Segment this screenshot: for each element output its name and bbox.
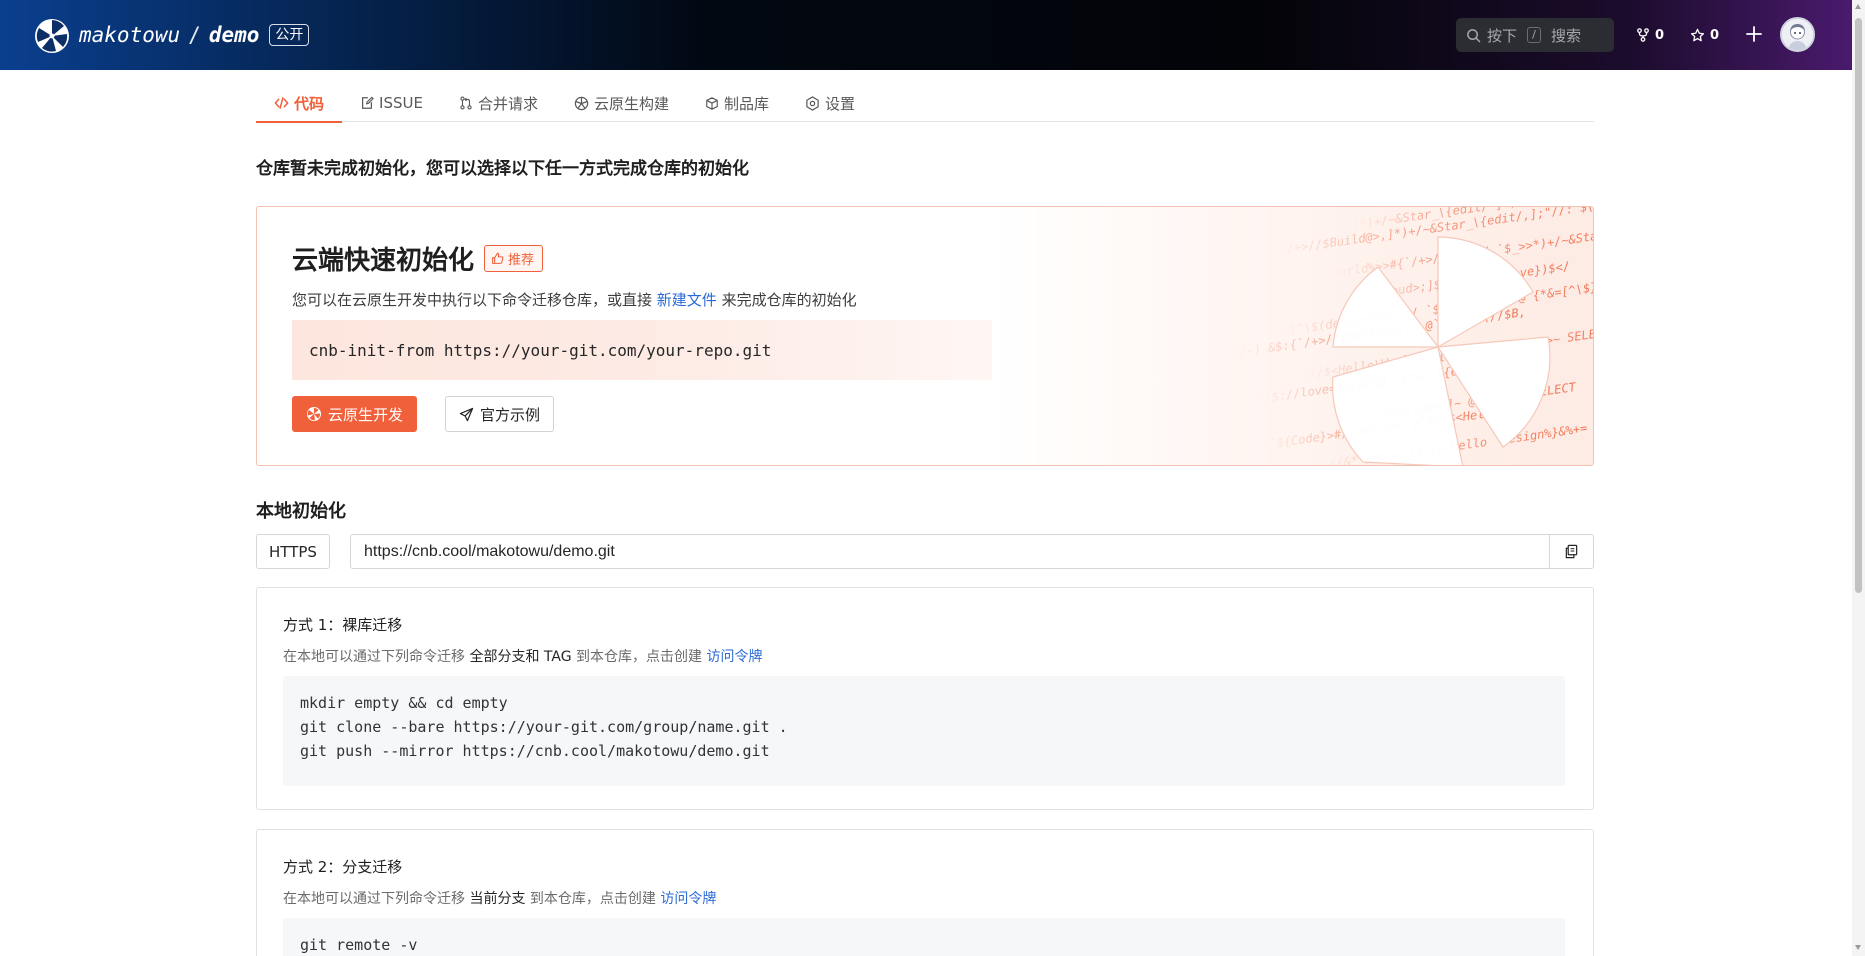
settings-icon (806, 95, 819, 111)
recommend-badge: 推荐 (484, 245, 544, 272)
cloud-desc-before: 您可以在云原生开发中执行以下命令迁移仓库，或直接 (292, 291, 657, 309)
cloud-init-title-text: 云端快速初始化 (292, 246, 475, 276)
method-desc-middle: 到本仓库，点击创建 (571, 649, 707, 665)
scroll-up-arrow[interactable] (1855, 4, 1861, 9)
tab-pull-requests[interactable]: 合并请求 (441, 84, 556, 122)
cloud-desc-after: 来完成仓库的初始化 (716, 291, 857, 309)
tab-code[interactable]: 代码 (256, 84, 343, 123)
cloud-init-description: 您可以在云原生开发中执行以下命令迁移仓库，或直接 新建文件 来完成仓库的初始化 (292, 289, 857, 310)
init-notice: 仓库暂未完成初始化，您可以选择以下任一方式完成仓库的初始化 (256, 159, 749, 179)
official-example-button[interactable]: 官方示例 (445, 396, 555, 432)
scroll-down-arrow[interactable] (1855, 945, 1861, 950)
tab-packages-label: 制品库 (723, 94, 769, 113)
protocol-select-button[interactable]: HTTPS (256, 534, 330, 569)
avatar-image-icon (1782, 19, 1813, 50)
tab-issue[interactable]: ISSUE (342, 84, 441, 122)
tab-issue-label: ISSUE (379, 94, 423, 112)
cloud-init-title: 云端快速初始化 推荐 (292, 240, 544, 277)
method-code-block[interactable]: mkdir empty && cd empty git clone --bare… (283, 676, 1565, 786)
star-icon (1690, 28, 1705, 41)
cloud-init-card: ]*)+/~&Star_\{edit/`]*)+/~&Star_\{ {`/+>… (256, 206, 1594, 466)
search-hint-prefix: 按下 (1487, 26, 1518, 45)
issue-icon (362, 96, 374, 109)
access-token-link[interactable]: 访问令牌 (660, 891, 716, 907)
copy-icon (1565, 544, 1578, 559)
repo-name-link[interactable]: demo (209, 23, 260, 47)
search-input[interactable]: 按下 / 搜索 (1456, 18, 1614, 52)
method-branch-migration-card: 方式 2：分支迁移 在本地可以通过下列命令迁移 当前分支 到本仓库，点击创建 访… (256, 829, 1594, 956)
method-description: 在本地可以通过下列命令迁移 全部分支和 TAG 到本仓库，点击创建 访问令牌 (283, 646, 762, 666)
top-navbar: makotowu / demo 公开 按下 / 搜索 0 0 (0, 0, 1852, 70)
star-count: 0 (1710, 27, 1720, 43)
search-hint-suffix: 搜索 (1551, 26, 1582, 45)
path-separator: / (188, 23, 201, 47)
method-code-block[interactable]: git remote -v (283, 918, 1565, 956)
build-icon (574, 96, 589, 110)
official-example-button-label: 官方示例 (480, 405, 541, 424)
cloud-dev-button[interactable]: 云原生开发 (292, 396, 418, 432)
clone-url-input[interactable] (351, 535, 1549, 568)
fork-icon (1637, 28, 1649, 42)
code-pattern-illustration-icon: ]*)+/~&Star_\{edit/`]*)+/~&Star_\{ {`/+>… (1231, 207, 1593, 465)
scrollbar-thumb[interactable] (1855, 18, 1862, 593)
visibility-badge: 公开 (269, 24, 310, 46)
thumbs-up-icon (492, 252, 504, 264)
access-token-link[interactable]: 访问令牌 (706, 649, 762, 665)
cloud-init-command[interactable]: cnb-init-from https://your-git.com/your-… (292, 320, 992, 380)
code-line: git push --mirror https://cnb.cool/makot… (300, 742, 770, 760)
fork-count: 0 (1655, 27, 1665, 43)
fork-button[interactable]: 0 (1636, 24, 1664, 46)
star-button[interactable]: 0 (1690, 24, 1719, 46)
cnb-logo-icon[interactable] (34, 18, 70, 54)
new-file-link[interactable]: 新建文件 (657, 291, 717, 309)
method-bare-migration-card: 方式 1：裸库迁移 在本地可以通过下列命令迁移 全部分支和 TAG 到本仓库，点… (256, 587, 1594, 810)
repo-tabs: 代码 ISSUE 合并请求 云原生构建 制品库 设置 (256, 84, 1594, 123)
search-icon (1467, 28, 1481, 42)
send-icon (459, 407, 474, 421)
page-scrollbar[interactable] (1852, 0, 1865, 956)
plus-icon[interactable] (1743, 23, 1765, 45)
method-desc-before: 在本地可以通过下列命令迁移 (283, 891, 470, 907)
package-icon (706, 96, 718, 110)
method-title: 方式 2：分支迁移 (283, 858, 403, 876)
search-shortcut-key: / (1527, 27, 1542, 43)
tab-packages[interactable]: 制品库 (687, 84, 787, 122)
cloud-dev-icon (307, 407, 321, 421)
recommend-badge-text: 推荐 (508, 253, 535, 268)
repo-owner-link[interactable]: makotowu (79, 23, 180, 47)
tab-code-label: 代码 (294, 94, 325, 113)
code-line: git clone --bare https://your-git.com/gr… (300, 718, 788, 736)
tab-pull-requests-label: 合并请求 (477, 94, 538, 113)
clone-url-field (350, 534, 1594, 569)
code-icon (274, 97, 289, 109)
copy-url-button[interactable] (1549, 535, 1593, 568)
code-line: mkdir empty && cd empty (300, 694, 508, 712)
tab-settings-label: 设置 (825, 94, 856, 113)
local-init-title: 本地初始化 (256, 501, 346, 522)
method-desc-emphasis: 全部分支和 TAG (469, 649, 572, 665)
method-desc-before: 在本地可以通过下列命令迁移 (283, 649, 470, 665)
method-desc-emphasis: 当前分支 (469, 891, 526, 907)
tab-cloud-build[interactable]: 云原生构建 (556, 84, 687, 122)
method-title: 方式 1：裸库迁移 (283, 616, 403, 634)
method-description: 在本地可以通过下列命令迁移 当前分支 到本仓库，点击创建 访问令牌 (283, 888, 716, 908)
code-line: git remote -v (300, 936, 418, 954)
pull-request-icon (460, 96, 472, 110)
cloud-dev-button-label: 云原生开发 (328, 405, 404, 424)
tab-cloud-build-label: 云原生构建 (593, 94, 669, 113)
method-desc-middle: 到本仓库，点击创建 (525, 891, 661, 907)
repo-breadcrumb: makotowu / demo 公开 (79, 20, 310, 50)
tab-settings[interactable]: 设置 (787, 84, 873, 122)
user-avatar[interactable] (1780, 17, 1815, 52)
